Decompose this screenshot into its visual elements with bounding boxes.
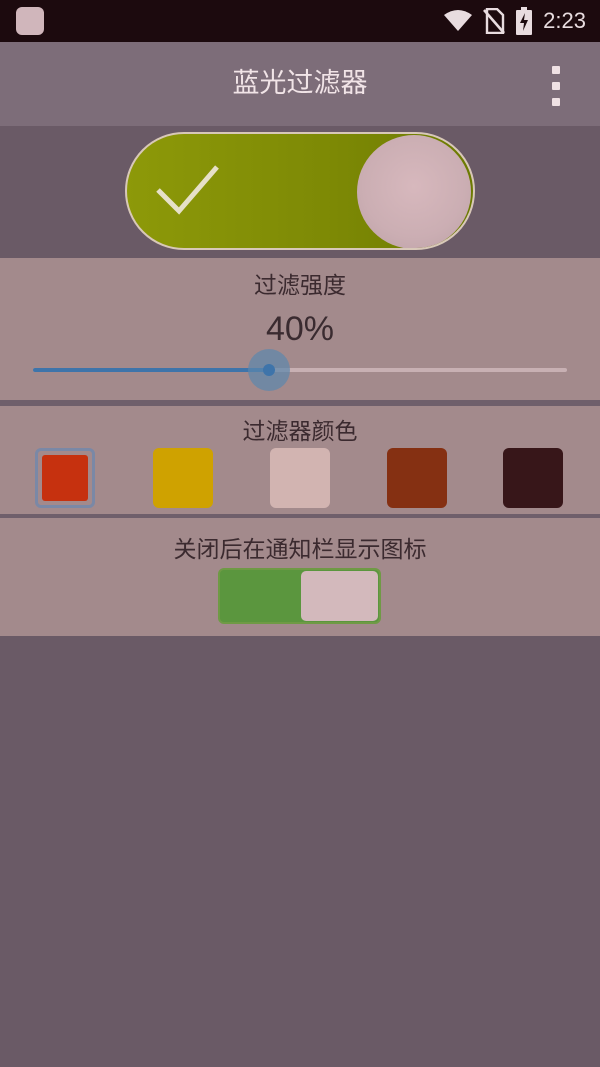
status-icons: 2:23 xyxy=(443,0,586,42)
toggle-knob[interactable] xyxy=(301,571,378,621)
color-swatch-dark-brown[interactable] xyxy=(503,448,563,508)
notify-icon-section: 关闭后在通知栏显示图标 xyxy=(0,518,600,636)
filter-enable-switch[interactable] xyxy=(125,132,475,250)
wifi-icon xyxy=(444,10,473,31)
app-notification-icon xyxy=(16,7,44,35)
battery-charging-icon xyxy=(516,7,533,35)
no-sim-icon xyxy=(483,8,506,34)
color-swatch-red[interactable] xyxy=(35,448,95,508)
check-icon xyxy=(156,165,219,215)
clock: 2:23 xyxy=(543,8,586,33)
color-swatch-light-pink[interactable] xyxy=(270,448,330,508)
slider-thumb[interactable] xyxy=(263,364,275,376)
intensity-title: 过滤强度 xyxy=(254,273,346,299)
intensity-value: 40% xyxy=(265,310,335,348)
page-title: 蓝光过滤器 xyxy=(232,68,368,99)
status-bar: 2:23 xyxy=(0,0,600,42)
main-switch-area xyxy=(0,126,600,258)
menu-dot xyxy=(552,98,560,106)
notify-icon-toggle[interactable] xyxy=(218,568,381,624)
app-bar: 蓝光过滤器 xyxy=(0,42,600,126)
menu-dot xyxy=(552,66,560,74)
notify-icon-title: 关闭后在通知栏显示图标 xyxy=(173,537,427,563)
menu-dot xyxy=(552,82,560,90)
filter-color-title: 过滤器颜色 xyxy=(242,419,358,445)
intensity-slider[interactable] xyxy=(33,349,567,391)
more-vertical-icon[interactable] xyxy=(550,66,562,106)
intensity-section: 过滤强度 40% xyxy=(0,258,600,400)
color-swatch-yellow[interactable] xyxy=(153,448,213,508)
filter-color-section: 过滤器颜色 xyxy=(0,406,600,514)
swatch-fill xyxy=(42,455,88,501)
switch-knob[interactable] xyxy=(357,135,471,248)
color-swatches xyxy=(0,448,600,510)
slider-fill xyxy=(33,368,269,372)
color-swatch-brown[interactable] xyxy=(387,448,447,508)
